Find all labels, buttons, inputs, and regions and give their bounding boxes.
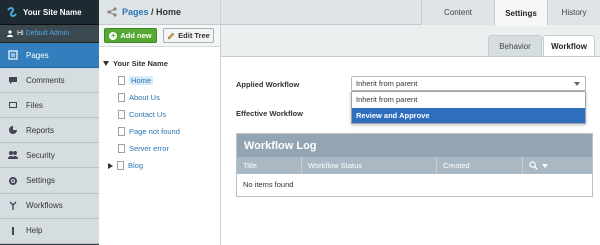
tree-node-label: Page not found [129, 127, 180, 136]
menu-item-workflows[interactable]: Workflows [0, 193, 99, 219]
tree-node-label: Blog [128, 161, 144, 170]
collapse-icon[interactable] [103, 61, 109, 66]
tree-node-page-not-found[interactable]: Page not found [99, 126, 220, 137]
pages-icon [8, 50, 18, 60]
option-review-and-approve[interactable]: Review and Approve [352, 108, 585, 123]
tab-settings[interactable]: Settings [494, 0, 547, 26]
tab-workflow[interactable]: Workflow [543, 35, 595, 56]
user-greeting: Hi [17, 30, 24, 37]
help-icon [12, 226, 14, 235]
workflow-log-header: Title Workflow Status Created [237, 157, 592, 174]
tree-root[interactable]: Your Site Name [99, 58, 220, 69]
menu-item-label: Comments [26, 75, 65, 85]
applied-workflow-value: Inherit from parent [356, 79, 418, 88]
add-new-label: Add new [120, 31, 152, 40]
workflow-log-empty: No items found [237, 174, 592, 194]
share-icon [107, 7, 117, 17]
files-icon [9, 102, 17, 109]
plus-icon: + [109, 30, 118, 40]
menu-item-files[interactable]: Files [0, 93, 99, 119]
security-icon [8, 151, 18, 160]
tree-toolbar: + Add new Edit Tree [99, 25, 220, 47]
page-icon [117, 161, 124, 170]
brand-bar[interactable]: Your Site Name [0, 0, 99, 25]
edit-panel: Content Settings History Behavior Workfl… [221, 0, 600, 245]
workflows-icon [9, 201, 17, 210]
tab-history[interactable]: History [547, 0, 600, 25]
tree-node-label: Home [129, 76, 154, 85]
menu-item-pages[interactable]: Pages [0, 43, 99, 69]
menu-item-reports[interactable]: Reports [0, 118, 99, 144]
menu-item-security[interactable]: Security [0, 143, 99, 169]
menu-item-label: Files [26, 100, 43, 110]
column-created[interactable]: Created [436, 157, 522, 174]
column-workflow-status[interactable]: Workflow Status [301, 157, 436, 174]
menu-item-help[interactable]: Help [0, 218, 99, 244]
page-icon [118, 93, 125, 102]
user-profile-link[interactable]: Default Admin [26, 30, 70, 37]
site-tree-panel: Pages / Home + Add new Edit Tree Your Si… [99, 0, 221, 245]
tree-node-server-error[interactable]: Server error [99, 143, 220, 154]
chevron-down-icon [542, 163, 548, 168]
breadcrumb-pages-link[interactable]: Pages [122, 7, 149, 17]
main-menu: Your Site Name Hi Default Admin Pages Co… [0, 0, 99, 245]
page-icon [118, 144, 125, 153]
workflow-log-title: Workflow Log [237, 134, 592, 157]
comments-icon [9, 77, 17, 85]
menu-item-label: Settings [26, 176, 55, 186]
pencil-icon [167, 32, 175, 39]
breadcrumb-separator: / [148, 7, 157, 17]
expand-icon[interactable] [108, 162, 113, 169]
top-tab-bar: Content Settings History [221, 0, 600, 26]
search-toggle[interactable] [522, 157, 594, 174]
page-icon [118, 76, 125, 85]
menu-item-label: Security [26, 150, 55, 160]
breadcrumb-current: Home [156, 7, 182, 17]
tree-header: Pages / Home [99, 0, 220, 25]
tree-node-label: Contact Us [129, 110, 167, 119]
reports-icon [9, 126, 17, 135]
search-icon [529, 161, 538, 170]
user-bar: Hi Default Admin [0, 25, 99, 43]
site-name: Your Site Name [23, 7, 82, 17]
chevron-down-icon [574, 82, 580, 86]
edit-tree-button[interactable]: Edit Tree [163, 28, 214, 43]
tree-root-label: Your Site Name [113, 59, 168, 68]
tree-node-contact-us[interactable]: Contact Us [99, 109, 220, 120]
settings-icon [9, 176, 17, 185]
menu-item-label: Pages [26, 50, 49, 60]
tree-node-label: About Us [129, 93, 160, 102]
edit-tree-label: Edit Tree [178, 31, 210, 40]
add-new-button[interactable]: + Add new [104, 28, 157, 43]
option-inherit-from-parent[interactable]: Inherit from parent [352, 92, 585, 107]
tab-content[interactable]: Content [421, 0, 494, 25]
silverstripe-logo-icon [7, 7, 17, 17]
applied-workflow-select[interactable]: Inherit from parent [351, 76, 586, 91]
tree-node-blog[interactable]: Blog [99, 160, 220, 171]
tree-node-label: Server error [129, 144, 170, 153]
menu-item-label: Reports [26, 125, 55, 135]
effective-workflow-label: Effective Workflow [236, 109, 303, 118]
breadcrumb: Pages / Home [107, 7, 181, 17]
site-tree: Your Site Name Home About Us Contact Us … [99, 47, 220, 171]
applied-workflow-label: Applied Workflow [236, 80, 300, 89]
workflow-panel: Applied Workflow Inherit from parent Inh… [221, 56, 600, 245]
applied-workflow-dropdown: Inherit from parent Review and Approve [351, 91, 586, 124]
tree-node-about-us[interactable]: About Us [99, 92, 220, 103]
page-icon [118, 127, 125, 136]
column-title[interactable]: Title [237, 157, 301, 174]
menu-item-label: Workflows [26, 201, 63, 211]
page-icon [118, 110, 125, 119]
menu-item-label: Help [26, 226, 43, 236]
menu-item-comments[interactable]: Comments [0, 68, 99, 94]
menu-item-settings[interactable]: Settings [0, 168, 99, 194]
tree-node-home[interactable]: Home [99, 75, 220, 86]
tab-behavior[interactable]: Behavior [488, 35, 542, 56]
workflow-log-grid: Workflow Log Title Workflow Status Creat… [236, 133, 593, 197]
user-icon [7, 30, 13, 37]
